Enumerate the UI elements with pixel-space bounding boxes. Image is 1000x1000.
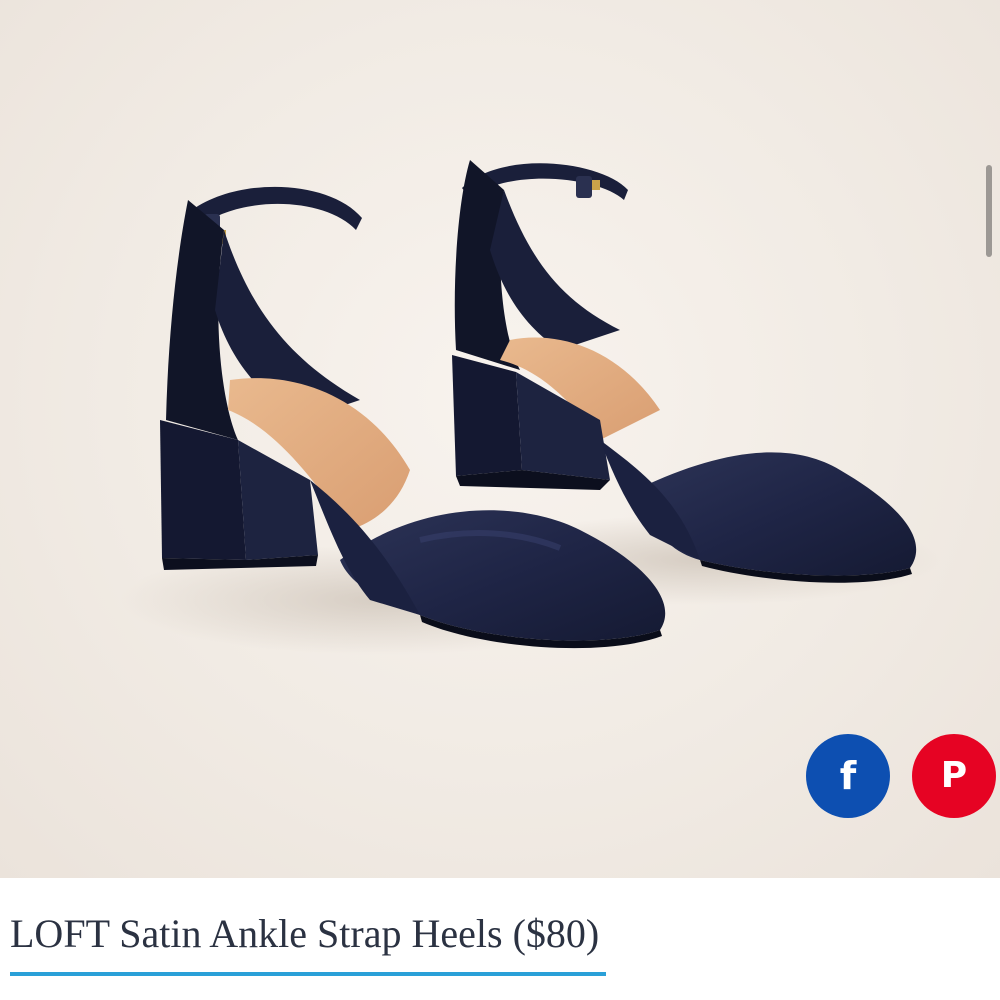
product-caption: LOFT Satin Ankle Strap Heels ($80) xyxy=(10,914,599,954)
scrollbar-thumb[interactable] xyxy=(986,165,992,257)
product-price: ($80) xyxy=(512,911,600,956)
facebook-icon: f xyxy=(839,754,857,798)
facebook-share-button[interactable]: f xyxy=(806,734,890,818)
pinterest-share-button[interactable]: P xyxy=(912,734,996,818)
product-page: f P LOFT Satin Ankle Strap Heels ($80) xyxy=(0,0,1000,1000)
product-title: LOFT Satin Ankle Strap Heels xyxy=(10,911,503,956)
title-underline xyxy=(10,972,606,976)
pinterest-icon: P xyxy=(940,755,968,796)
